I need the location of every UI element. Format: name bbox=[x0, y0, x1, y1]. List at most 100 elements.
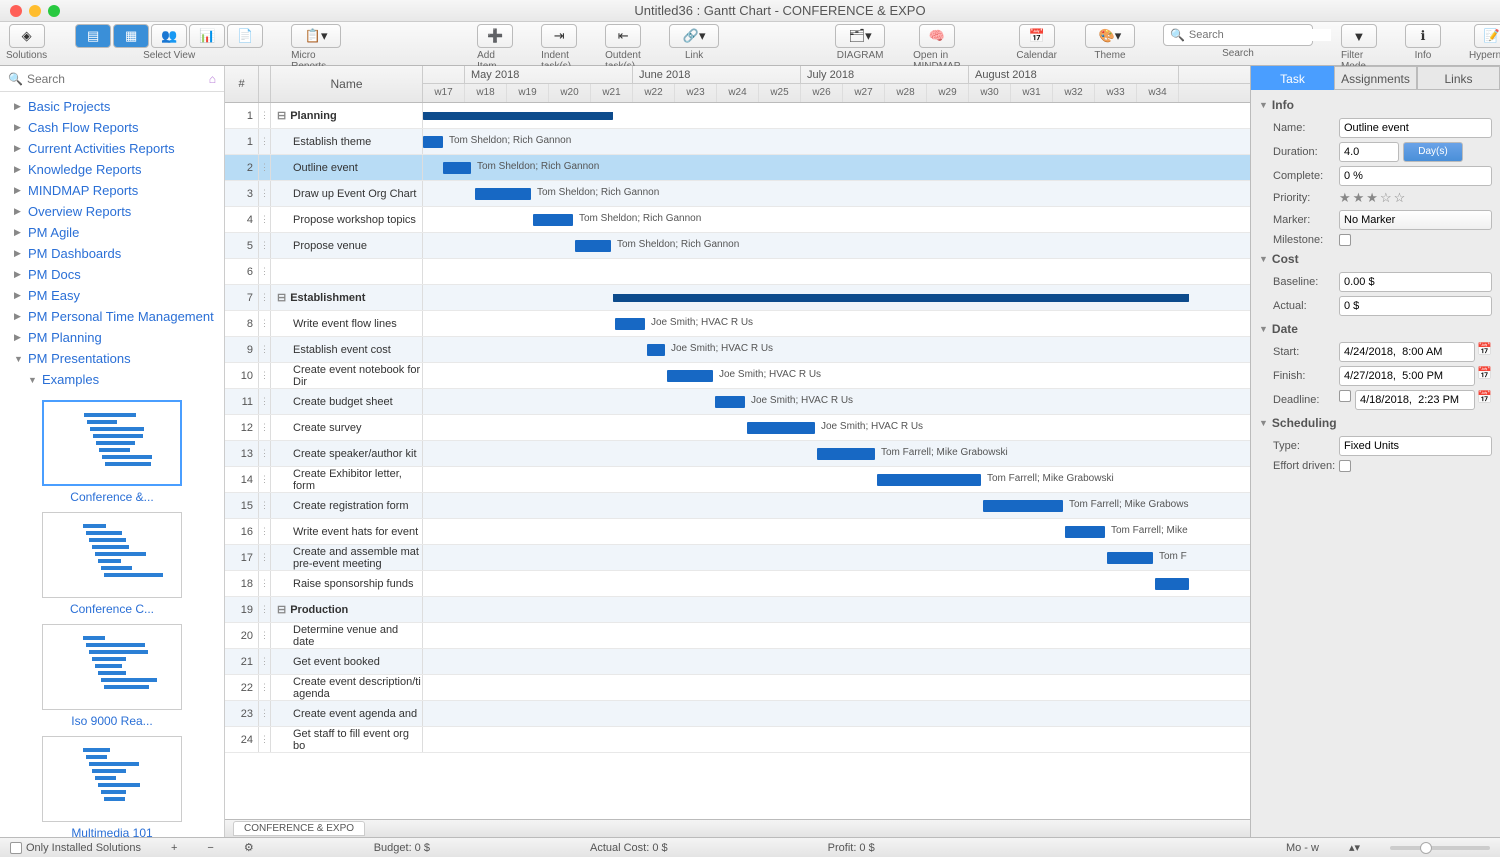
task-row[interactable]: 6⋮ bbox=[225, 259, 423, 285]
sidebar-item[interactable]: ▶PM Easy bbox=[0, 285, 224, 306]
complete-field[interactable] bbox=[1339, 166, 1492, 186]
section-cost[interactable]: Cost bbox=[1272, 252, 1299, 266]
gantt-bar-row[interactable]: Joe Smith; HVAC R Us bbox=[423, 363, 1250, 389]
deadline-checkbox[interactable] bbox=[1339, 390, 1351, 402]
view-docs-button[interactable]: 📄 bbox=[227, 24, 263, 48]
task-row[interactable]: 10⋮Create event notebook for Dir bbox=[225, 363, 423, 389]
gear-icon[interactable]: ⚙ bbox=[244, 841, 254, 854]
task-row[interactable]: 23⋮Create event agenda and bbox=[225, 701, 423, 727]
milestone-checkbox[interactable] bbox=[1339, 234, 1351, 246]
link-button[interactable]: 🔗▾ bbox=[669, 24, 719, 48]
gantt-bar[interactable]: Joe Smith; HVAC R Us bbox=[647, 344, 665, 356]
sidebar-item[interactable]: ▶PM Personal Time Management bbox=[0, 306, 224, 327]
marker-field[interactable] bbox=[1339, 210, 1492, 230]
close-window-button[interactable] bbox=[10, 5, 22, 17]
open-mindmap-button[interactable]: 🧠 bbox=[919, 24, 955, 48]
start-field[interactable] bbox=[1339, 342, 1475, 362]
name-field[interactable] bbox=[1339, 118, 1492, 138]
gantt-bar[interactable]: Joe Smith; HVAC R Us bbox=[667, 370, 713, 382]
inspector-tab-links[interactable]: Links bbox=[1417, 66, 1500, 90]
only-installed-checkbox[interactable] bbox=[10, 842, 22, 854]
gantt-bar[interactable] bbox=[423, 112, 613, 120]
gantt-bar-row[interactable]: Tom Sheldon; Rich Gannon bbox=[423, 233, 1250, 259]
sidebar-item[interactable]: ▶PM Docs bbox=[0, 264, 224, 285]
collapse-icon[interactable]: ⊟ bbox=[277, 603, 286, 616]
task-row[interactable]: 11⋮Create budget sheet bbox=[225, 389, 423, 415]
home-icon[interactable]: ⌂ bbox=[209, 72, 216, 86]
section-scheduling[interactable]: Scheduling bbox=[1272, 416, 1337, 430]
template-thumbnail[interactable] bbox=[42, 736, 182, 822]
micro-reports-button[interactable]: 📋▾ bbox=[291, 24, 341, 48]
diagram-button[interactable]: 🗂▾ bbox=[835, 24, 885, 48]
gantt-bar[interactable]: Tom Farrell; Mike Grabowski bbox=[817, 448, 875, 460]
gantt-bar[interactable]: Tom Sheldon; Rich Gannon bbox=[423, 136, 443, 148]
inspector-tab-task[interactable]: Task bbox=[1251, 66, 1334, 90]
filter-mode-button[interactable]: ▼ bbox=[1341, 24, 1377, 48]
gantt-bar-row[interactable]: Joe Smith; HVAC R Us bbox=[423, 311, 1250, 337]
actual-field[interactable] bbox=[1339, 296, 1492, 316]
maximize-window-button[interactable] bbox=[48, 5, 60, 17]
task-row[interactable]: 15⋮Create registration form bbox=[225, 493, 423, 519]
task-row[interactable]: 22⋮Create event description/ti agenda bbox=[225, 675, 423, 701]
gantt-bar[interactable]: Tom Farrell; Mike Grabows bbox=[983, 500, 1063, 512]
gantt-bar[interactable] bbox=[613, 294, 1189, 302]
gantt-bar-row[interactable]: Tom Sheldon; Rich Gannon bbox=[423, 207, 1250, 233]
footer-add-button[interactable]: + bbox=[171, 842, 177, 854]
task-row[interactable]: 13⋮Create speaker/author kit bbox=[225, 441, 423, 467]
sidebar-item[interactable]: ▶PM Agile bbox=[0, 222, 224, 243]
baseline-field[interactable] bbox=[1339, 272, 1492, 292]
zoom-stepper[interactable]: ▴▾ bbox=[1349, 841, 1360, 854]
view-reports-button[interactable]: 📊 bbox=[189, 24, 225, 48]
gantt-bar[interactable]: Tom Sheldon; Rich Gannon bbox=[533, 214, 573, 226]
collapse-icon[interactable]: ⊟ bbox=[277, 291, 286, 304]
sidebar-item[interactable]: ▶Current Activities Reports bbox=[0, 138, 224, 159]
view-resource-button[interactable]: 👥 bbox=[151, 24, 187, 48]
type-field[interactable] bbox=[1339, 436, 1492, 456]
sidebar-item[interactable]: ▶Cash Flow Reports bbox=[0, 117, 224, 138]
calendar-button[interactable]: 📅 bbox=[1019, 24, 1055, 48]
project-tab[interactable]: CONFERENCE & EXPO bbox=[233, 821, 365, 836]
gantt-bar-row[interactable]: Joe Smith; HVAC R Us bbox=[423, 337, 1250, 363]
sidebar-item[interactable]: ▶Basic Projects bbox=[0, 96, 224, 117]
gantt-bar-row[interactable] bbox=[423, 675, 1250, 701]
task-row[interactable]: 18⋮Raise sponsorship funds bbox=[225, 571, 423, 597]
sidebar-item[interactable]: ▶Overview Reports bbox=[0, 201, 224, 222]
gantt-bar-row[interactable]: Tom Sheldon; Rich Gannon bbox=[423, 129, 1250, 155]
view-network-button[interactable]: ▦ bbox=[113, 24, 149, 48]
deadline-field[interactable] bbox=[1355, 390, 1475, 410]
zoom-slider[interactable] bbox=[1390, 846, 1490, 850]
gantt-bar-row[interactable]: Tom Sheldon; Rich Gannon bbox=[423, 155, 1250, 181]
gantt-bar[interactable]: Tom Sheldon; Rich Gannon bbox=[443, 162, 471, 174]
gantt-bar[interactable]: Tom Farrell; Mike bbox=[1065, 526, 1105, 538]
gantt-bar[interactable]: Joe Smith; HVAC R Us bbox=[615, 318, 645, 330]
info-button[interactable]: ℹ bbox=[1405, 24, 1441, 48]
outdent-button[interactable]: ⇤ bbox=[605, 24, 641, 48]
gantt-bar-row[interactable]: Tom Farrell; Mike bbox=[423, 519, 1250, 545]
gantt-bar-row[interactable]: Tom Farrell; Mike Grabowski bbox=[423, 467, 1250, 493]
gantt-bar[interactable]: Tom Sheldon; Rich Gannon bbox=[575, 240, 611, 252]
gantt-bar-row[interactable] bbox=[423, 623, 1250, 649]
task-row[interactable]: 12⋮Create survey bbox=[225, 415, 423, 441]
gantt-bar-row[interactable] bbox=[423, 103, 1250, 129]
task-row[interactable]: 4⋮Propose workshop topics bbox=[225, 207, 423, 233]
sidebar-item[interactable]: ▶Knowledge Reports bbox=[0, 159, 224, 180]
section-date[interactable]: Date bbox=[1272, 322, 1298, 336]
theme-button[interactable]: 🎨▾ bbox=[1085, 24, 1135, 48]
task-row[interactable]: 3⋮Draw up Event Org Chart bbox=[225, 181, 423, 207]
task-row[interactable]: 24⋮Get staff to fill event org bo bbox=[225, 727, 423, 753]
gantt-bar[interactable]: Joe Smith; HVAC R Us bbox=[715, 396, 745, 408]
task-row[interactable]: 21⋮Get event booked bbox=[225, 649, 423, 675]
task-row[interactable]: 7⋮⊟Establishment bbox=[225, 285, 423, 311]
toolbar-search-input[interactable] bbox=[1189, 29, 1331, 41]
gantt-bar-row[interactable]: Tom Farrell; Mike Grabows bbox=[423, 493, 1250, 519]
gantt-bar-row[interactable]: Joe Smith; HVAC R Us bbox=[423, 389, 1250, 415]
minimize-window-button[interactable] bbox=[29, 5, 41, 17]
calendar-icon[interactable]: 📅 bbox=[1477, 366, 1492, 386]
gantt-bar[interactable]: Tom Farrell; Mike Grabowski bbox=[877, 474, 981, 486]
gantt-bar-row[interactable] bbox=[423, 597, 1250, 623]
gantt-bar[interactable]: Tom Sheldon; Rich Gannon bbox=[475, 188, 531, 200]
sidebar-item[interactable]: ▶MINDMAP Reports bbox=[0, 180, 224, 201]
gantt-bar-row[interactable] bbox=[423, 571, 1250, 597]
sidebar-item[interactable]: ▼PM Presentations bbox=[0, 348, 224, 369]
gantt-bar-row[interactable] bbox=[423, 649, 1250, 675]
